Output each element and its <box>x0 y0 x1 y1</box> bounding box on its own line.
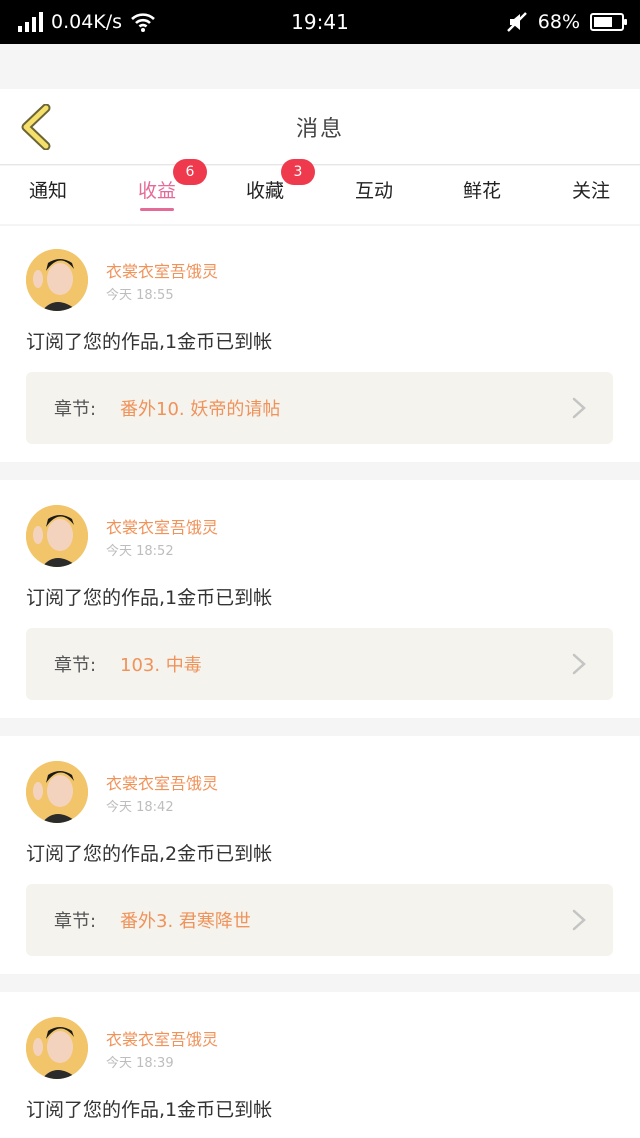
message-time: 今天 18:55 <box>106 288 174 303</box>
message-time: 今天 18:42 <box>106 800 174 815</box>
author-name[interactable]: 衣裳衣室吾饿灵 <box>106 514 218 538</box>
chapter-link[interactable]: 章节: 番外3. 君寒降世 <box>26 884 613 956</box>
chapter-link[interactable]: 章节: 番外10. 妖帝的请帖 <box>26 372 613 444</box>
tab-label: 通知 <box>28 180 67 202</box>
chapter-label: 章节: <box>54 655 97 676</box>
mute-icon <box>506 12 527 32</box>
chapter-title: 番外3. 君寒降世 <box>120 911 251 932</box>
status-right: 68% <box>506 0 627 44</box>
status-bar: 0.04K/s 19:41 68% <box>0 0 640 44</box>
tab-label: 互动 <box>354 180 393 202</box>
avatar[interactable] <box>26 505 88 567</box>
message-text: 订阅了您的作品,2金币已到帐 <box>26 843 273 865</box>
chapter-link[interactable]: 章节: 103. 中毒 <box>26 628 613 700</box>
avatar[interactable] <box>26 249 88 311</box>
message-card[interactable]: 衣裳衣室吾饿灵 今天 18:39 订阅了您的作品,1金币已到帐 <box>0 992 640 1138</box>
message-card[interactable]: 衣裳衣室吾饿灵 今天 18:42 订阅了您的作品,2金币已到帐 章节: 番外3.… <box>0 736 640 974</box>
unread-badge: 6 <box>173 159 207 185</box>
page-title: 消息 <box>295 117 344 142</box>
avatar-image <box>26 761 88 823</box>
message-time: 今天 18:39 <box>106 1056 174 1071</box>
avatar[interactable] <box>26 761 88 823</box>
tab-flowers[interactable]: 鲜花 <box>432 166 532 224</box>
message-text: 订阅了您的作品,1金币已到帐 <box>26 331 273 353</box>
chevron-right-icon <box>572 397 586 419</box>
avatar[interactable] <box>26 1017 88 1079</box>
tab-following[interactable]: 关注 <box>541 166 640 224</box>
message-card[interactable]: 衣裳衣室吾饿灵 今天 18:52 订阅了您的作品,1金币已到帐 章节: 103.… <box>0 480 640 718</box>
battery-percent: 68% <box>537 11 580 33</box>
message-text: 订阅了您的作品,1金币已到帐 <box>26 1099 273 1121</box>
chapter-title: 103. 中毒 <box>120 655 202 676</box>
battery-icon <box>590 13 627 31</box>
tab-favorites[interactable]: 收藏 3 <box>215 159 315 224</box>
author-name[interactable]: 衣裳衣室吾饿灵 <box>106 258 218 282</box>
header-bar: 消息 <box>0 89 640 165</box>
message-card[interactable]: 衣裳衣室吾饿灵 今天 18:55 订阅了您的作品,1金币已到帐 章节: 番外10… <box>0 226 640 462</box>
tab-label: 鲜花 <box>462 180 501 202</box>
tab-label: 收藏 <box>245 180 284 202</box>
chapter-title: 番外10. 妖帝的请帖 <box>120 399 281 420</box>
unread-badge: 3 <box>281 159 315 185</box>
message-text: 订阅了您的作品,1金币已到帐 <box>26 587 273 609</box>
tab-notifications[interactable]: 通知 <box>0 166 98 224</box>
avatar-image <box>26 505 88 567</box>
tab-interactions[interactable]: 互动 <box>324 166 424 224</box>
tab-earnings[interactable]: 收益 6 <box>107 159 207 224</box>
chevron-right-icon <box>572 909 586 931</box>
tab-label: 收益 <box>137 180 176 202</box>
avatar-image <box>26 249 88 311</box>
active-tab-indicator <box>140 208 174 211</box>
chapter-label: 章节: <box>54 911 97 932</box>
chevron-right-icon <box>572 653 586 675</box>
avatar-image <box>26 1017 88 1079</box>
top-spacer <box>0 44 640 89</box>
author-name[interactable]: 衣裳衣室吾饿灵 <box>106 1026 218 1050</box>
message-time: 今天 18:52 <box>106 544 174 559</box>
tab-bar: 通知 收益 6 收藏 3 互动 鲜花 关注 <box>0 159 640 224</box>
chapter-label: 章节: <box>54 399 97 420</box>
tab-label: 关注 <box>571 180 610 202</box>
author-name[interactable]: 衣裳衣室吾饿灵 <box>106 770 218 794</box>
